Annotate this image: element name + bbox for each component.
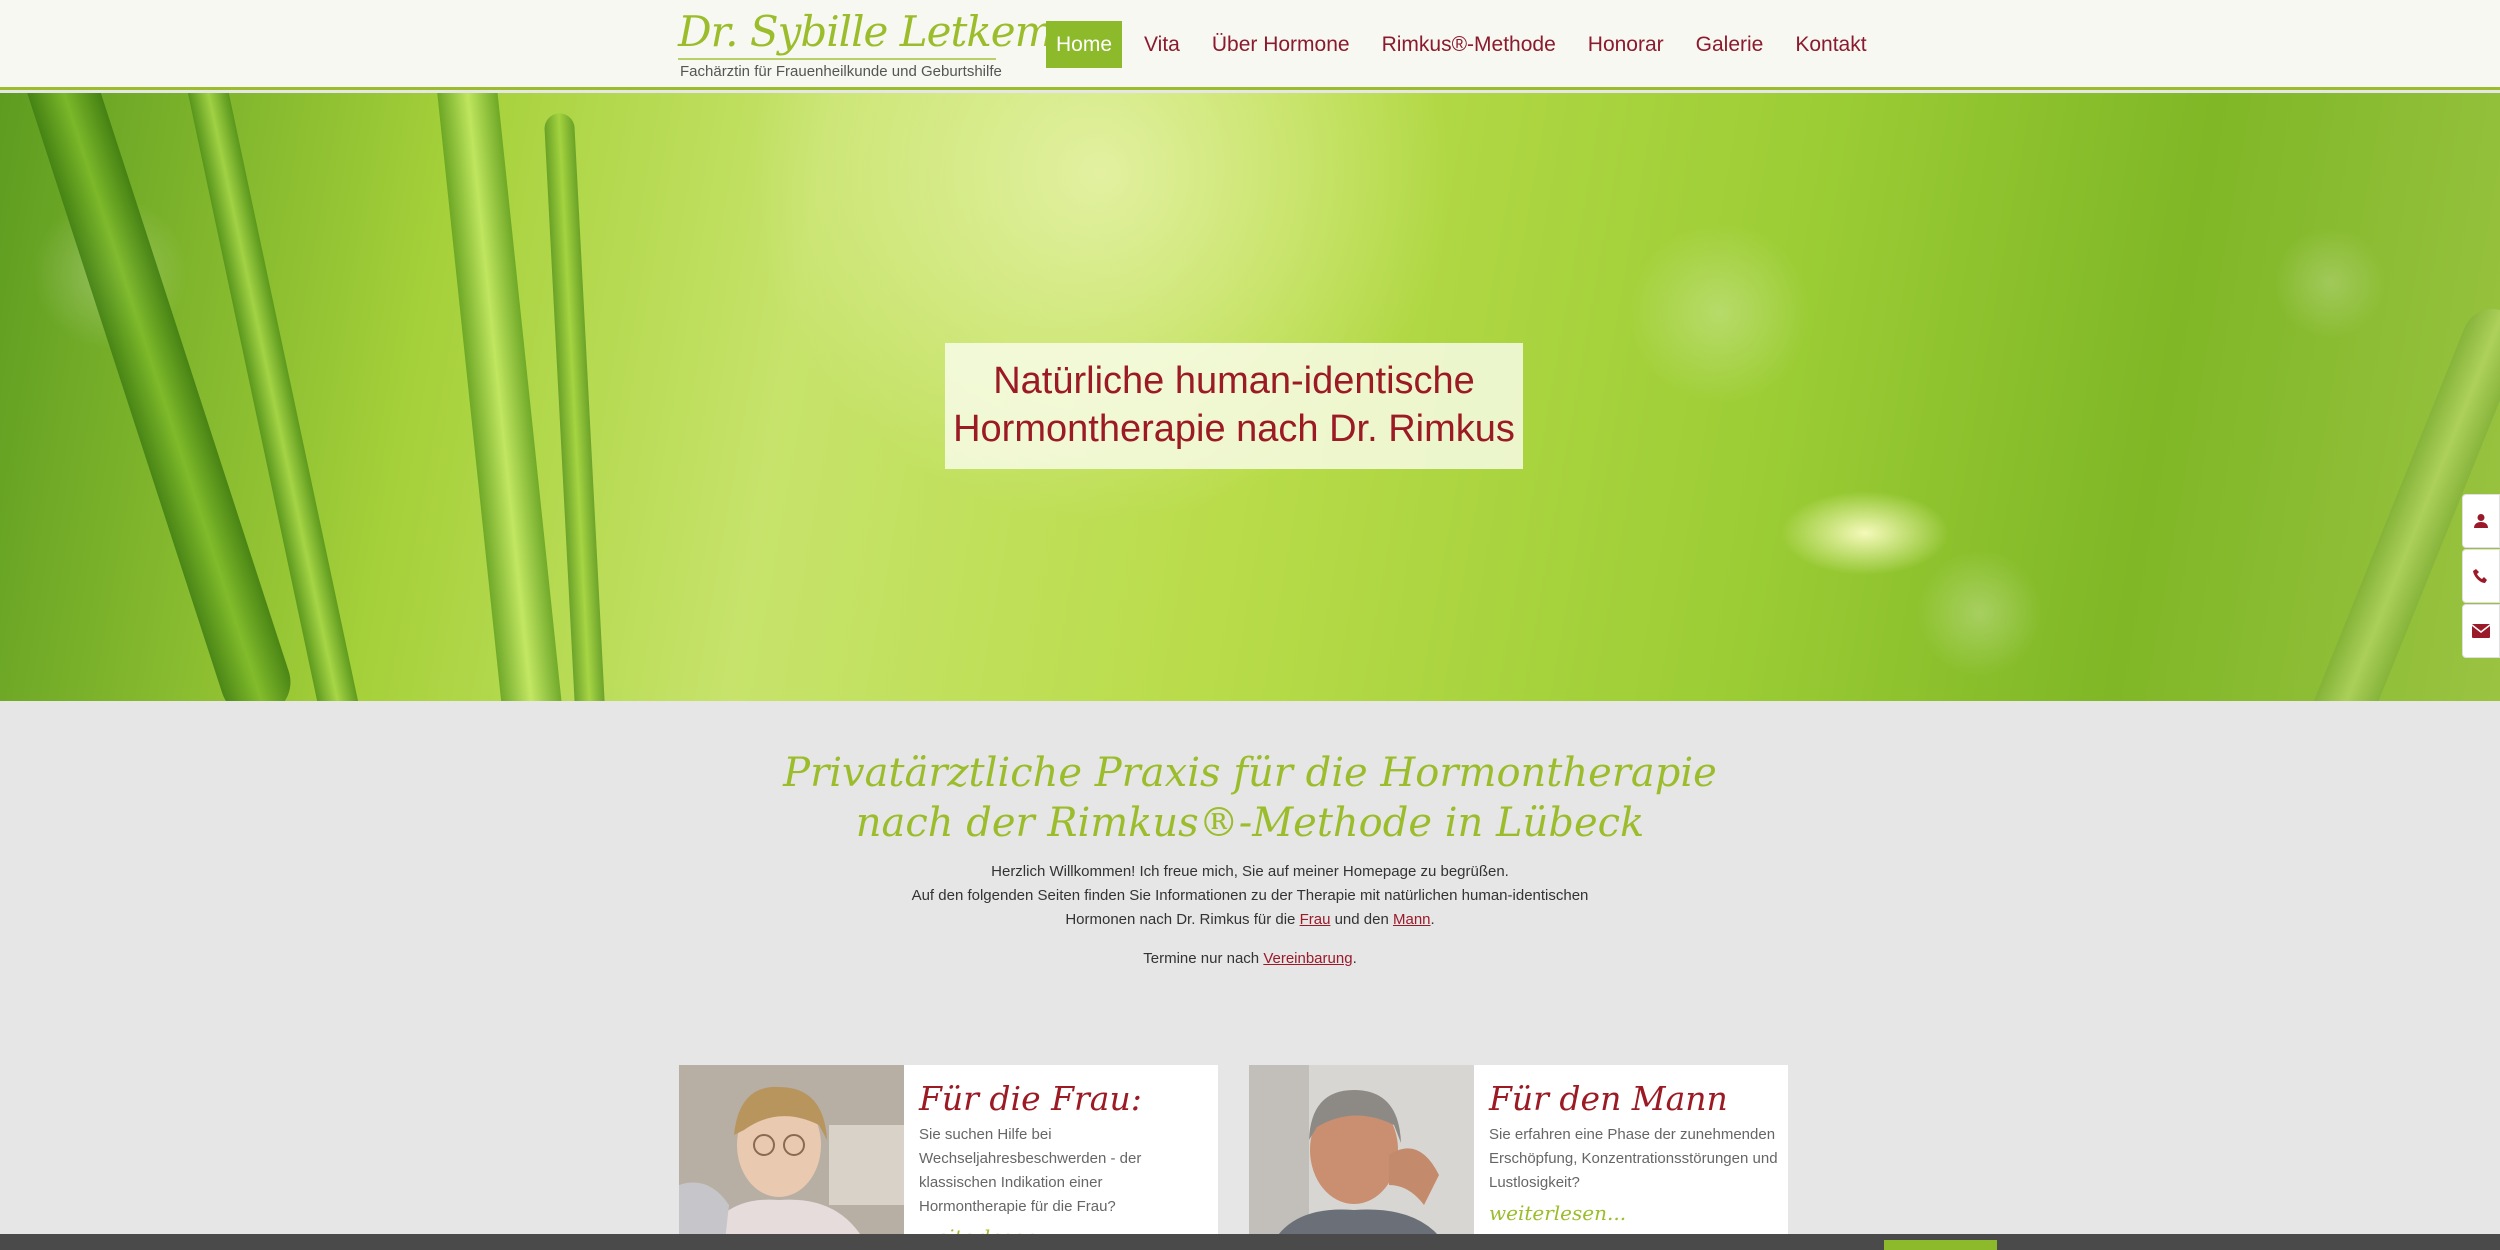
nav-item-galerie[interactable]: Galerie — [1686, 21, 1774, 68]
nav-item-rimkus-methode[interactable]: Rimkus®-Methode — [1372, 21, 1566, 68]
card-mann-read-more[interactable]: weiterlesen... — [1489, 1201, 1779, 1225]
nav-item-vita[interactable]: Vita — [1134, 21, 1190, 68]
hero-title-box: Natürliche human-identische Hormontherap… — [945, 343, 1523, 469]
card-mann-text: Sie erfahren eine Phase der zunehmenden … — [1489, 1126, 1778, 1191]
card-mann: Für den Mann Sie erfahren eine Phase der… — [1249, 1065, 1788, 1250]
woman-portrait-image — [679, 1065, 904, 1250]
intro-heading-line1: Privatärztliche Praxis für die Hormonthe… — [783, 750, 1717, 796]
cookie-accept-button[interactable] — [1884, 1240, 1997, 1250]
logo-name: Dr. Sybille Letkeman — [678, 7, 1105, 56]
grass-blade — [543, 112, 607, 701]
woman-portrait-illustration — [679, 1065, 904, 1250]
side-tab-profile[interactable] — [2462, 494, 2500, 548]
cookie-bar — [0, 1234, 2500, 1250]
logo-underline — [678, 58, 996, 60]
nav-item-ueber-hormone[interactable]: Über Hormone — [1202, 21, 1360, 68]
site-header: Dr. Sybille Letkeman Fachärztin für Frau… — [0, 0, 2500, 90]
side-contact-tabs — [2462, 494, 2500, 659]
envelope-icon — [2472, 624, 2490, 638]
logo-subtitle: Fachärztin für Frauenheilkunde und Gebur… — [680, 63, 1002, 80]
card-frau-body: Für die Frau: Sie suchen Hilfe bei Wechs… — [919, 1077, 1209, 1249]
intro-line1: Herzlich Willkommen! Ich freue mich, Sie… — [991, 863, 1509, 880]
intro-line3-before: Hormonen nach Dr. Rimkus für die — [1065, 911, 1300, 928]
appointment-after: . — [1352, 950, 1357, 967]
phone-icon — [2473, 569, 2487, 583]
user-icon — [2474, 514, 2488, 528]
link-vereinbarung[interactable]: Vereinbarung — [1263, 950, 1352, 967]
intro-heading-line2: nach der Rimkus®-Methode in Lübeck — [855, 800, 1645, 846]
hero-title-line2: Hormontherapie nach Dr. Rimkus — [953, 408, 1515, 450]
link-mann[interactable]: Mann — [1393, 911, 1431, 928]
site-logo[interactable]: Dr. Sybille Letkeman Fachärztin für Frau… — [678, 7, 1105, 82]
intro-line3-middle: und den — [1330, 911, 1393, 928]
nav-item-home[interactable]: Home — [1046, 21, 1123, 68]
link-frau[interactable]: Frau — [1300, 911, 1331, 928]
nav-item-kontakt[interactable]: Kontakt — [1785, 21, 1876, 68]
card-frau-text: Sie suchen Hilfe bei Wechseljahresbeschw… — [919, 1126, 1142, 1215]
intro-line3-after: . — [1430, 911, 1435, 928]
side-tab-phone[interactable] — [2462, 549, 2500, 603]
intro-line2: Auf den folgenden Seiten finden Sie Info… — [911, 887, 1589, 904]
card-frau: Für die Frau: Sie suchen Hilfe bei Wechs… — [679, 1065, 1218, 1250]
card-mann-title: Für den Mann — [1489, 1079, 1728, 1118]
main-navigation: Home Vita Über Hormone Rimkus®-Methode H… — [1046, 21, 1889, 68]
nav-item-honorar[interactable]: Honorar — [1578, 21, 1674, 68]
appointment-before: Termine nur nach — [1143, 950, 1264, 967]
card-frau-title: Für die Frau: — [919, 1079, 1142, 1118]
man-portrait-illustration — [1249, 1065, 1474, 1250]
intro-line3: Hormonen nach Dr. Rimkus für die Frau un… — [0, 908, 2500, 932]
intro-heading: Privatärztliche Praxis für die Hormonthe… — [0, 748, 2500, 848]
appointment-note: Termine nur nach Vereinbarung. — [0, 950, 2500, 967]
intro-text: Herzlich Willkommen! Ich freue mich, Sie… — [0, 860, 2500, 932]
hero-banner: Natürliche human-identische Hormontherap… — [0, 93, 2500, 701]
side-tab-email[interactable] — [2462, 604, 2500, 658]
card-mann-body: Für den Mann Sie erfahren eine Phase der… — [1489, 1077, 1779, 1225]
man-portrait-image — [1249, 1065, 1474, 1250]
hero-title-line1: Natürliche human-identische — [993, 360, 1475, 402]
